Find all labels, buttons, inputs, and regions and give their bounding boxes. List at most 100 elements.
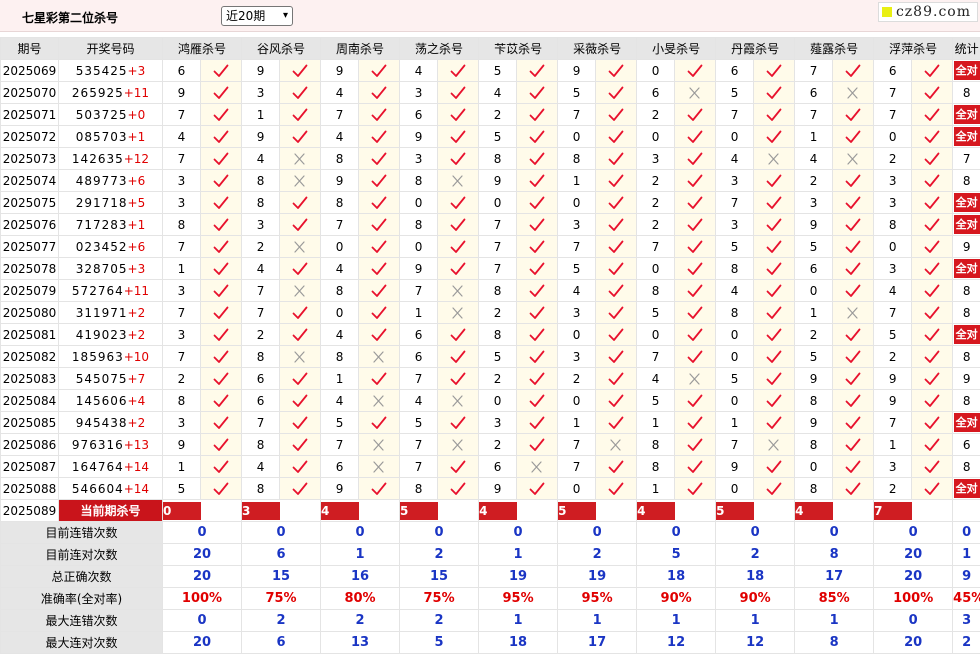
result-mark-cell — [517, 60, 558, 82]
result-mark-cell — [596, 456, 637, 478]
result-mark-cell — [675, 170, 716, 192]
result-mark-cell — [359, 302, 400, 324]
summary-value: 95% — [558, 588, 637, 610]
result-mark-cell — [754, 434, 795, 456]
page-title: 七星彩第二位杀号 — [22, 9, 118, 26]
table-header-row: 期号开奖号码鸿雁杀号谷风杀号周南杀号荡之杀号苄苡杀号采薇杀号小旻杀号丹霞杀号薤露… — [1, 38, 980, 60]
draw-sum: +6 — [128, 240, 146, 254]
result-mark-cell — [201, 60, 242, 82]
summary-value: 19 — [479, 566, 558, 588]
kill-number-cell: 2 — [479, 434, 517, 456]
kill-number-cell: 0 — [716, 324, 754, 346]
check-icon — [371, 64, 387, 78]
result-mark-cell — [438, 82, 479, 104]
summary-value: 18 — [637, 566, 716, 588]
kill-number-cell: 3 — [163, 170, 201, 192]
kill-number-cell: 0 — [558, 324, 596, 346]
draw-sum: +4 — [128, 394, 146, 408]
result-mark-cell — [833, 192, 874, 214]
check-icon — [924, 416, 940, 430]
kill-number-cell: 1 — [637, 412, 675, 434]
kill-number-cell: 2 — [637, 214, 675, 236]
kill-number-cell: 9 — [716, 456, 754, 478]
check-icon — [292, 438, 308, 452]
check-icon — [213, 482, 229, 496]
summary-value: 90% — [716, 588, 795, 610]
check-icon — [213, 350, 229, 364]
summary-value: 9 — [953, 566, 980, 588]
summary-value: 5 — [400, 632, 479, 654]
check-icon — [687, 328, 703, 342]
check-icon — [450, 482, 466, 496]
current-kill-number: 7 — [874, 502, 912, 520]
summary-value: 1 — [953, 544, 980, 566]
empty-cell — [953, 500, 980, 522]
check-icon — [687, 108, 703, 122]
check-icon — [608, 350, 624, 364]
cross-icon — [687, 86, 703, 100]
result-mark-cell — [359, 148, 400, 170]
check-icon — [292, 86, 308, 100]
draw-digits: 328705 — [76, 262, 128, 276]
kill-number-cell: 8 — [637, 456, 675, 478]
kill-number-cell: 7 — [716, 434, 754, 456]
result-mark-cell — [754, 104, 795, 126]
check-icon — [766, 196, 782, 210]
check-icon — [213, 394, 229, 408]
column-header: 采薇杀号 — [558, 38, 637, 60]
kill-number-cell: 5 — [400, 412, 438, 434]
result-mark-cell — [596, 478, 637, 500]
kill-number-cell: 2 — [242, 324, 280, 346]
period-select[interactable]: 近20期 ▾ — [221, 6, 293, 26]
kill-number-cell: 6 — [163, 60, 201, 82]
kill-number-cell: 7 — [479, 236, 517, 258]
draw-number-cell: 328705+3 — [59, 258, 163, 280]
check-icon — [766, 174, 782, 188]
kill-number-cell: 8 — [637, 434, 675, 456]
result-mark-cell — [280, 346, 321, 368]
result-mark-cell — [675, 346, 716, 368]
kill-number-cell: 1 — [716, 412, 754, 434]
check-icon — [371, 152, 387, 166]
current-kill-cell: 4 — [795, 500, 874, 522]
summary-value: 2 — [400, 544, 479, 566]
column-header: 浮萍杀号 — [874, 38, 953, 60]
summary-value: 45% — [953, 588, 980, 610]
check-icon — [529, 262, 545, 276]
check-icon — [845, 284, 861, 298]
result-mark-cell — [280, 390, 321, 412]
result-mark-cell — [438, 126, 479, 148]
kill-number-cell: 8 — [795, 434, 833, 456]
period-cell: 2025084 — [1, 390, 59, 412]
kill-number-cell: 3 — [558, 346, 596, 368]
kill-number-cell: 6 — [716, 60, 754, 82]
cross-icon — [845, 86, 861, 100]
draw-sum: +2 — [128, 306, 146, 320]
check-icon — [845, 460, 861, 474]
table-row: 2025077023452+672007775509 — [1, 236, 980, 258]
all-correct-badge: 全对 — [954, 325, 980, 344]
result-mark-cell — [438, 368, 479, 390]
check-icon — [608, 394, 624, 408]
kill-number-cell: 3 — [163, 324, 201, 346]
check-icon — [608, 174, 624, 188]
site-logo[interactable]: cz89.com — [878, 2, 978, 22]
result-mark-cell — [833, 368, 874, 390]
check-icon — [371, 108, 387, 122]
check-icon — [924, 240, 940, 254]
stat-cell: 8 — [953, 82, 980, 104]
check-icon — [924, 86, 940, 100]
kill-number-cell: 8 — [716, 258, 754, 280]
kill-number-cell: 0 — [558, 192, 596, 214]
check-icon — [608, 152, 624, 166]
kill-number-cell: 0 — [637, 324, 675, 346]
kill-number-cell: 2 — [479, 104, 517, 126]
check-icon — [608, 86, 624, 100]
table-row: 2025086976316+1398772787816 — [1, 434, 980, 456]
result-mark-cell — [359, 412, 400, 434]
check-icon — [529, 438, 545, 452]
check-icon — [529, 108, 545, 122]
result-mark-cell — [280, 82, 321, 104]
draw-sum: +12 — [124, 152, 149, 166]
result-mark-cell — [438, 302, 479, 324]
